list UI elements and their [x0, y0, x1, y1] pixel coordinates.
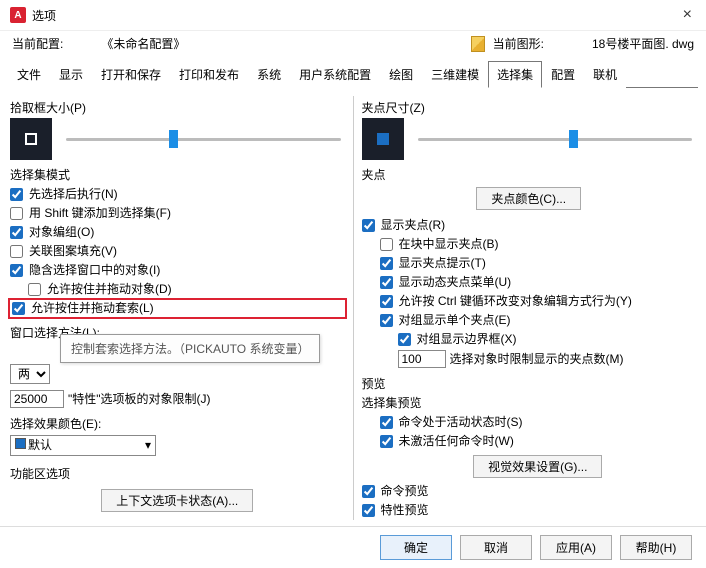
- context-tab-states-button[interactable]: 上下文选项卡状态(A)...: [101, 489, 253, 512]
- tab-6[interactable]: 绘图: [380, 61, 422, 88]
- command-preview-checkbox[interactable]: [362, 485, 375, 498]
- press-drag-lasso-checkbox[interactable]: [12, 302, 25, 315]
- property-limit-input[interactable]: [10, 390, 64, 408]
- show-grips-checkbox[interactable]: [362, 219, 375, 232]
- chevron-down-icon: ▾: [145, 437, 151, 454]
- cmd-active-label: 命令处于活动状态时(S): [399, 414, 523, 431]
- content-area: 拾取框大小(P) 选择集模式 先选择后执行(N) 用 Shift 键添加到选择集…: [0, 88, 706, 526]
- grip-size-slider[interactable]: [414, 130, 697, 148]
- property-preview-checkbox[interactable]: [362, 504, 375, 517]
- implied-window-checkbox[interactable]: [10, 264, 23, 277]
- assoc-hatch-label: 关联图案填充(V): [29, 243, 117, 260]
- selection-mode-heading: 选择集模式: [10, 166, 345, 183]
- command-preview-label: 命令预览: [381, 483, 429, 500]
- group-single-grip-label: 对组显示单个夹点(E): [399, 312, 511, 329]
- preview-heading: 预览: [362, 375, 697, 392]
- column-divider: [353, 96, 354, 520]
- tab-8[interactable]: 选择集: [488, 61, 542, 88]
- grip-limit-label: 选择对象时限制显示的夹点数(M): [450, 351, 624, 368]
- visual-effects-button[interactable]: 视觉效果设置(G)...: [473, 455, 602, 478]
- tooltip: 控制套索选择方法。（PICKAUTO 系统变量）: [60, 334, 320, 363]
- tab-3[interactable]: 打印和发布: [170, 61, 248, 88]
- group-bbox-checkbox[interactable]: [398, 333, 411, 346]
- close-button[interactable]: ×: [679, 6, 696, 24]
- tab-4[interactable]: 系统: [248, 61, 290, 88]
- group-bbox-label: 对组显示边界框(X): [417, 331, 517, 348]
- grip-color-button[interactable]: 夹点颜色(C)...: [476, 187, 581, 210]
- object-group-label: 对象编组(O): [29, 224, 94, 241]
- drawing-icon: [471, 36, 485, 52]
- window-title: 选项: [32, 7, 56, 24]
- grip-preview: [362, 118, 404, 160]
- grip-tips-label: 显示夹点提示(T): [399, 255, 486, 272]
- dynamic-grip-menu-label: 显示动态夹点菜单(U): [399, 274, 512, 291]
- shift-add-label: 用 Shift 键添加到选择集(F): [29, 205, 171, 222]
- profile-value: 《未命名配置》: [101, 35, 185, 52]
- tab-1[interactable]: 显示: [50, 61, 92, 88]
- ok-button[interactable]: 确定: [380, 535, 452, 560]
- show-grips-label: 显示夹点(R): [381, 217, 446, 234]
- cmd-active-checkbox[interactable]: [380, 416, 393, 429]
- grips-in-blocks-checkbox[interactable]: [380, 238, 393, 251]
- selection-color-label: 选择效果颜色(E):: [10, 415, 345, 432]
- selection-preview-label: 选择集预览: [362, 394, 697, 413]
- highlighted-option: 允许按住并拖动套索(L): [8, 298, 347, 319]
- dynamic-grip-menu-checkbox[interactable]: [380, 276, 393, 289]
- cancel-button[interactable]: 取消: [460, 535, 532, 560]
- press-drag-object-checkbox[interactable]: [28, 283, 41, 296]
- info-row: 当前配置: 《未命名配置》 当前图形: 18号楼平面图. dwg: [0, 31, 706, 56]
- tab-0[interactable]: 文件: [8, 61, 50, 88]
- noun-verb-checkbox[interactable]: [10, 188, 23, 201]
- assoc-hatch-checkbox[interactable]: [10, 245, 23, 258]
- drawing-label: 当前图形:: [493, 35, 544, 52]
- dialog-footer: 确定 取消 应用(A) 帮助(H): [0, 526, 706, 568]
- apply-button[interactable]: 应用(A): [540, 535, 612, 560]
- implied-window-label: 隐含选择窗口中的对象(I): [29, 262, 160, 279]
- app-logo-icon: A: [10, 7, 26, 23]
- selection-color-select[interactable]: 默认 ▾: [10, 435, 156, 456]
- window-method-select[interactable]: 两者: [10, 364, 50, 384]
- grip-size-label: 夹点尺寸(Z): [362, 99, 697, 116]
- tab-5[interactable]: 用户系统配置: [290, 61, 380, 88]
- profile-label: 当前配置:: [12, 35, 63, 52]
- grips-heading: 夹点: [362, 166, 697, 183]
- press-drag-object-label: 允许按住并拖动对象(D): [47, 281, 172, 298]
- grip-limit-input[interactable]: [398, 350, 446, 368]
- press-drag-lasso-label: 允许按住并拖动套索(L): [31, 300, 154, 317]
- tab-bar: 文件显示打开和保存打印和发布系统用户系统配置绘图三维建模选择集配置联机: [8, 60, 698, 88]
- right-column: 夹点尺寸(Z) 夹点 夹点颜色(C)... 显示夹点(R) 在块中显示夹点(B)…: [362, 96, 697, 520]
- ribbon-heading: 功能区选项: [10, 465, 345, 482]
- help-button[interactable]: 帮助(H): [620, 535, 692, 560]
- shift-add-checkbox[interactable]: [10, 207, 23, 220]
- grip-tips-checkbox[interactable]: [380, 257, 393, 270]
- object-group-checkbox[interactable]: [10, 226, 23, 239]
- tab-10[interactable]: 联机: [584, 61, 626, 88]
- grips-in-blocks-label: 在块中显示夹点(B): [399, 236, 499, 253]
- property-preview-label: 特性预览: [381, 502, 429, 519]
- selection-color-value: 默认: [28, 438, 52, 452]
- drawing-value: 18号楼平面图. dwg: [592, 35, 694, 52]
- no-cmd-label: 未激活任何命令时(W): [399, 433, 514, 450]
- group-single-grip-checkbox[interactable]: [380, 314, 393, 327]
- tab-9[interactable]: 配置: [542, 61, 584, 88]
- property-limit-label: "特性"选项板的对象限制(J): [68, 391, 211, 408]
- ctrl-cycle-label: 允许按 Ctrl 键循环改变对象编辑方式行为(Y): [399, 293, 632, 310]
- pickbox-preview: [10, 118, 52, 160]
- left-column: 拾取框大小(P) 选择集模式 先选择后执行(N) 用 Shift 键添加到选择集…: [10, 96, 345, 520]
- titlebar: A 选项 ×: [0, 0, 706, 31]
- pickbox-slider[interactable]: [62, 130, 345, 148]
- tab-2[interactable]: 打开和保存: [92, 61, 170, 88]
- ctrl-cycle-checkbox[interactable]: [380, 295, 393, 308]
- no-cmd-checkbox[interactable]: [380, 435, 393, 448]
- tab-7[interactable]: 三维建模: [422, 61, 488, 88]
- pickbox-size-label: 拾取框大小(P): [10, 99, 345, 116]
- noun-verb-label: 先选择后执行(N): [29, 186, 118, 203]
